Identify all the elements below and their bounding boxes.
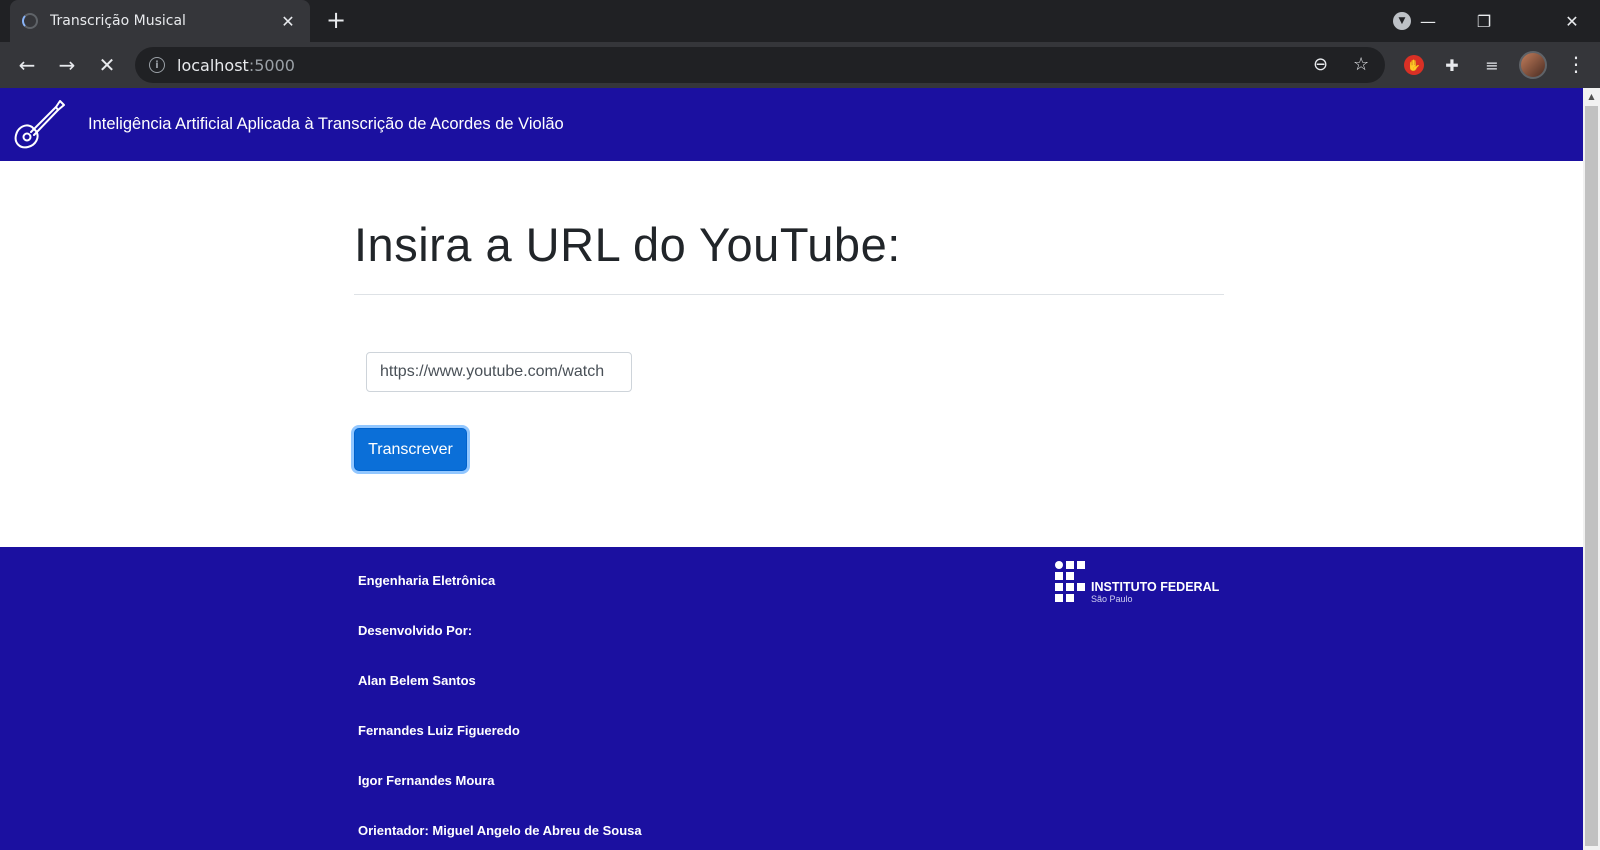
guitar-icon	[14, 99, 65, 148]
back-icon[interactable]: ←	[12, 50, 42, 80]
footer-course: Engenharia Eletrônica	[358, 573, 496, 588]
footer-author: Igor Fernandes Moura	[358, 773, 495, 788]
url-port: :5000	[248, 55, 295, 75]
divider	[354, 294, 1224, 295]
scrollbar-thumb[interactable]	[1585, 106, 1598, 846]
tab-title: Transcrição Musical	[50, 13, 186, 29]
loading-spinner-icon	[22, 13, 38, 29]
info-icon[interactable]: i	[149, 57, 165, 73]
site-footer: Engenharia Eletrônica Desenvolvido Por: …	[0, 547, 1583, 850]
youtube-url-input[interactable]	[366, 352, 632, 392]
page-viewport: Inteligência Artificial Aplicada à Trans…	[0, 88, 1583, 850]
site-title: Inteligência Artificial Aplicada à Trans…	[88, 115, 564, 133]
extensions-icon[interactable]: ✚	[1440, 53, 1464, 77]
minimize-icon[interactable]: —	[1400, 0, 1456, 42]
scroll-up-arrow-icon[interactable]: ▲	[1583, 88, 1600, 105]
stop-loading-icon[interactable]: ✕	[92, 50, 122, 80]
browser-tab-strip: Transcrição Musical ✕ + ▼ — ❐ ✕	[0, 0, 1600, 42]
footer-credits: Engenharia Eletrônica Desenvolvido Por: …	[358, 573, 642, 850]
browser-toolbar: ← → ✕ i localhost:5000 ⊖ ☆ ✋ ✚ ≡ ⋮	[0, 42, 1600, 88]
close-window-icon[interactable]: ✕	[1544, 0, 1600, 42]
main-content: Insira a URL do YouTube: Transcrever	[354, 161, 1224, 471]
new-tab-icon[interactable]: +	[326, 8, 346, 32]
if-logo-name: INSTITUTO FEDERAL	[1091, 580, 1220, 594]
adblock-icon[interactable]: ✋	[1404, 55, 1424, 75]
footer-author: Alan Belem Santos	[358, 673, 476, 688]
browser-menu-icon[interactable]: ⋮	[1566, 52, 1586, 76]
if-logo-campus: São Paulo	[1091, 594, 1133, 604]
close-tab-icon[interactable]: ✕	[278, 12, 298, 31]
if-logo-grid-icon	[1055, 561, 1087, 603]
browser-tab[interactable]: Transcrição Musical ✕	[10, 0, 310, 42]
zoom-out-icon[interactable]: ⊖	[1313, 55, 1328, 75]
footer-advisor: Orientador: Miguel Angelo de Abreu de So…	[358, 823, 642, 838]
forward-icon[interactable]: →	[52, 50, 82, 80]
transcribe-button[interactable]: Transcrever	[354, 428, 467, 471]
url-host: localhost	[177, 55, 249, 75]
site-header: Inteligência Artificial Aplicada à Trans…	[0, 88, 1583, 161]
star-icon[interactable]: ☆	[1353, 55, 1369, 75]
footer-developed-by: Desenvolvido Por:	[358, 623, 473, 638]
profile-avatar[interactable]	[1519, 51, 1547, 79]
address-bar[interactable]: i localhost:5000 ⊖ ☆	[135, 47, 1385, 83]
restore-icon[interactable]: ❐	[1456, 0, 1512, 42]
page-heading: Insira a URL do YouTube:	[354, 218, 901, 271]
page-scrollbar[interactable]: ▲	[1583, 88, 1600, 850]
footer-author: Fernandes Luiz Figueredo	[358, 723, 520, 738]
instituto-federal-logo: INSTITUTO FEDERAL São Paulo	[1055, 561, 1219, 604]
media-control-icon[interactable]: ≡	[1480, 53, 1504, 77]
